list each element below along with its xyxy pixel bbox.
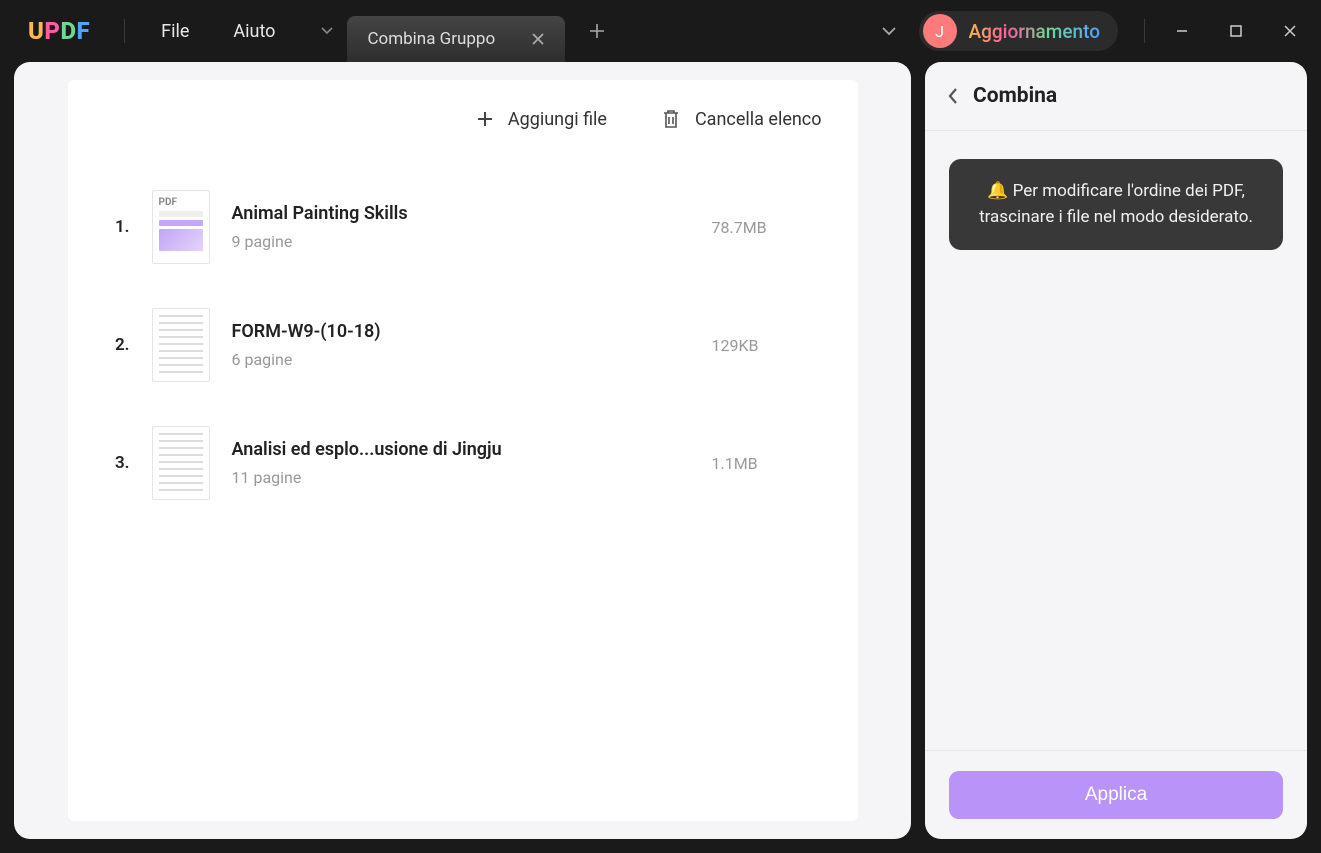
file-size: 1.1MB xyxy=(712,454,822,473)
divider xyxy=(124,19,125,43)
app-logo: UPDF xyxy=(28,17,90,45)
add-file-label: Aggiungi file xyxy=(508,109,607,130)
close-tab-button[interactable] xyxy=(531,32,545,46)
avatar: J xyxy=(923,14,957,48)
file-row[interactable]: 3. Analisi ed esplo...usione di Jingju 11 … xyxy=(68,404,858,522)
file-index: 3. xyxy=(104,453,130,473)
file-size: 129KB xyxy=(712,336,822,355)
tab-list-dropdown[interactable] xyxy=(307,27,347,35)
chevron-left-icon xyxy=(947,87,959,105)
file-pages: 6 pagine xyxy=(232,350,690,369)
file-row[interactable]: 2. FORM-W9-(10-18) 6 pagine 129KB xyxy=(68,286,858,404)
tabs-overflow-button[interactable] xyxy=(859,26,919,36)
file-thumbnail xyxy=(152,426,210,500)
main-panel: Aggiungi file Cancella elenco 1. PDF Anima… xyxy=(14,62,911,839)
close-window-button[interactable] xyxy=(1267,11,1313,51)
maximize-button[interactable] xyxy=(1213,11,1259,51)
side-header: Combina xyxy=(925,62,1307,131)
maximize-icon xyxy=(1229,24,1243,38)
file-index: 2. xyxy=(104,335,130,355)
file-pages: 9 pagine xyxy=(232,232,690,251)
side-footer: Applica xyxy=(925,750,1307,839)
hint-box: 🔔 Per modificare l'ordine dei PDF, trasc… xyxy=(949,159,1283,250)
file-info: FORM-W9-(10-18) 6 pagine xyxy=(232,321,690,369)
file-row[interactable]: 1. PDF Animal Painting Skills 9 pagine 78.7M… xyxy=(68,168,858,286)
side-panel: Combina 🔔 Per modificare l'ordine dei PD… xyxy=(925,62,1307,839)
update-label: Aggiornamento xyxy=(969,20,1101,43)
file-info: Animal Painting Skills 9 pagine xyxy=(232,203,690,251)
tab-label: Combina Gruppo xyxy=(367,29,495,49)
menu-help[interactable]: Aiuto xyxy=(211,15,297,48)
file-name: FORM-W9-(10-18) xyxy=(232,321,690,342)
menu-file[interactable]: File xyxy=(139,15,211,48)
file-thumbnail xyxy=(152,308,210,382)
file-list-container: Aggiungi file Cancella elenco 1. PDF Anima… xyxy=(68,80,858,821)
apply-button[interactable]: Applica xyxy=(949,771,1283,819)
clear-list-label: Cancella elenco xyxy=(695,109,822,130)
minimize-button[interactable] xyxy=(1159,11,1205,51)
tab-combina-gruppo[interactable]: Combina Gruppo xyxy=(347,16,565,62)
new-tab-button[interactable] xyxy=(565,23,629,39)
file-size: 78.7MB xyxy=(712,218,822,237)
minimize-icon xyxy=(1175,24,1189,38)
chevron-down-icon xyxy=(321,27,333,35)
clear-list-button[interactable]: Cancella elenco xyxy=(661,108,822,130)
divider xyxy=(1144,19,1145,43)
trash-icon xyxy=(661,108,681,130)
file-name: Analisi ed esplo...usione di Jingju xyxy=(232,439,690,460)
user-update-chip[interactable]: J Aggiornamento xyxy=(919,11,1119,51)
file-pages: 11 pagine xyxy=(232,468,690,487)
file-info: Analisi ed esplo...usione di Jingju 11 pa… xyxy=(232,439,690,487)
plus-icon xyxy=(476,110,494,128)
file-name: Animal Painting Skills xyxy=(232,203,690,224)
titlebar: UPDF File Aiuto Combina Gruppo J Agg xyxy=(0,0,1321,62)
add-file-button[interactable]: Aggiungi file xyxy=(476,109,607,130)
chevron-down-icon xyxy=(881,26,897,36)
close-icon xyxy=(1283,24,1297,38)
side-title: Combina xyxy=(973,84,1057,108)
back-button[interactable] xyxy=(947,87,959,105)
file-index: 1. xyxy=(104,217,130,237)
file-toolbar: Aggiungi file Cancella elenco xyxy=(68,80,858,158)
file-thumbnail: PDF xyxy=(152,190,210,264)
file-list: 1. PDF Animal Painting Skills 9 pagine 78.7M… xyxy=(68,158,858,532)
close-icon xyxy=(531,32,545,46)
plus-icon xyxy=(589,23,605,39)
